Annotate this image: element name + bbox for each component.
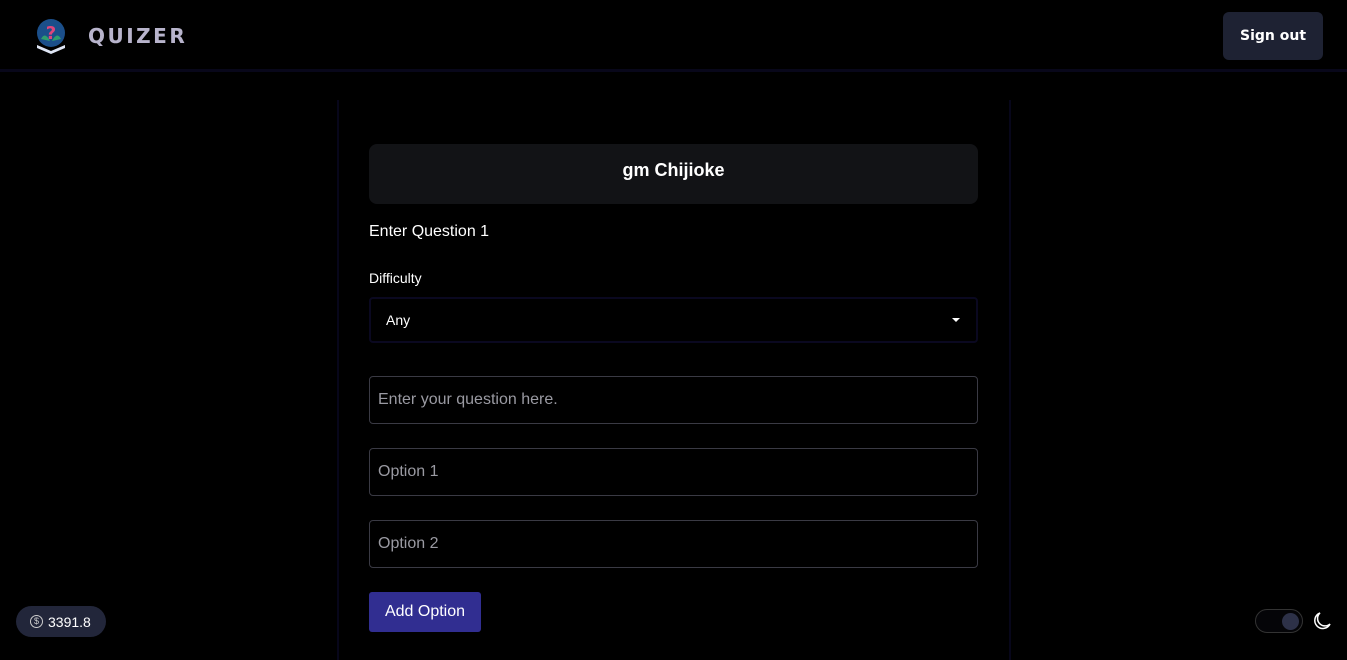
brand-name: QUIZER: [88, 24, 188, 48]
difficulty-label: Difficulty: [369, 270, 422, 286]
balance-value: 3391.8: [48, 613, 91, 630]
difficulty-select[interactable]: Any: [369, 297, 978, 343]
option-1-input[interactable]: [369, 448, 978, 496]
toggle-knob: [1282, 613, 1299, 630]
quizer-logo-icon: ?: [37, 19, 65, 54]
question-input[interactable]: [369, 376, 978, 424]
top-header: ? QUIZER Sign out: [0, 0, 1347, 72]
balance-badge: $ 3391.8: [16, 606, 106, 637]
add-option-button[interactable]: Add Option: [369, 592, 481, 632]
sign-out-button[interactable]: Sign out: [1223, 12, 1323, 60]
option-2-input[interactable]: [369, 520, 978, 568]
svg-text:?: ?: [46, 23, 56, 44]
caret-down-icon: [952, 318, 960, 322]
moon-icon: [1314, 612, 1331, 630]
difficulty-value: Any: [386, 312, 411, 328]
greeting-banner: gm Chijioke: [369, 144, 978, 204]
theme-toggle[interactable]: [1255, 609, 1303, 633]
dollar-coin-icon: $: [30, 615, 43, 628]
question-heading: Enter Question 1: [369, 223, 490, 240]
